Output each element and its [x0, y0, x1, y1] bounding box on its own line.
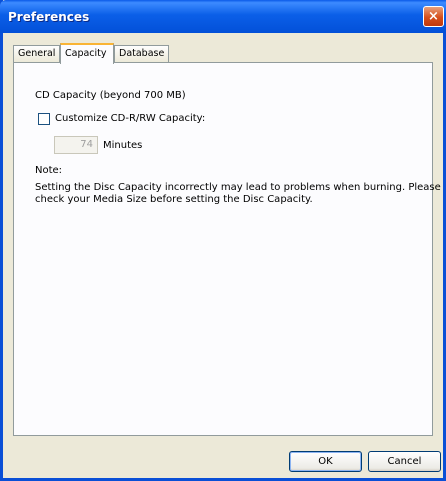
- preferences-window: Preferences × General Capacity Database …: [0, 0, 446, 481]
- capacity-heading: CD Capacity (beyond 700 MB): [35, 90, 186, 101]
- close-button[interactable]: ×: [423, 6, 444, 27]
- minutes-input[interactable]: 74: [54, 136, 98, 154]
- customize-capacity-checkbox[interactable]: [38, 113, 50, 125]
- tab-capacity[interactable]: Capacity: [60, 43, 114, 64]
- customize-capacity-label[interactable]: Customize CD-R/RW Capacity:: [55, 113, 205, 124]
- ok-button[interactable]: OK: [289, 451, 362, 472]
- tab-general[interactable]: General: [13, 45, 60, 62]
- window-title: Preferences: [8, 10, 90, 24]
- note-text-line2: check your Media Size before setting the…: [35, 194, 313, 205]
- capacity-panel: CD Capacity (beyond 700 MB) Customize CD…: [13, 62, 441, 436]
- minutes-label: Minutes: [103, 140, 143, 151]
- tab-database[interactable]: Database: [114, 45, 169, 62]
- note-text-line1: Setting the Disc Capacity incorrectly ma…: [35, 182, 441, 193]
- title-bar[interactable]: Preferences ×: [0, 0, 446, 33]
- cancel-button[interactable]: Cancel: [368, 451, 441, 472]
- note-label: Note:: [35, 165, 63, 176]
- close-icon: ×: [428, 9, 439, 24]
